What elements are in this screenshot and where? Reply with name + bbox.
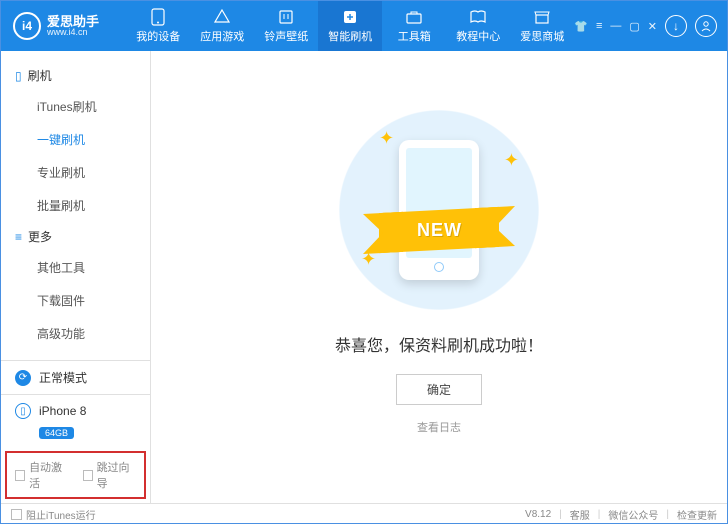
user-icon[interactable] [695, 15, 717, 37]
download-icon[interactable]: ↓ [665, 15, 687, 37]
success-message: 恭喜您，保资料刷机成功啦！ [335, 332, 543, 356]
mode-label: 正常模式 [39, 369, 87, 386]
sidebar-item-onekey-flash[interactable]: 一键刷机 [1, 123, 150, 156]
success-illustration: ✦ ✦ ✦ NEW [339, 110, 539, 310]
ribbon-text: NEW [417, 219, 462, 240]
apps-icon [213, 8, 231, 26]
checkbox-icon [11, 509, 22, 520]
nav-label: 教程中心 [456, 28, 500, 44]
nav-store[interactable]: 爱思商城 [510, 1, 574, 51]
top-nav: 我的设备 应用游戏 铃声壁纸 智能刷机 工具箱 [126, 1, 574, 51]
phone-icon [149, 8, 167, 26]
menu-icon[interactable]: ≡ [596, 20, 602, 32]
new-ribbon: NEW [379, 206, 499, 252]
wechat-link[interactable]: 微信公众号 [608, 507, 658, 522]
sidebar-group-flash[interactable]: ▯ 刷机 [1, 61, 150, 90]
minimize-icon[interactable]: — [610, 20, 621, 32]
support-link[interactable]: 客服 [570, 507, 590, 522]
flash-options-highlight: 自动激活 跳过向导 [5, 451, 146, 499]
block-itunes-checkbox[interactable]: 阻止iTunes运行 [11, 507, 96, 522]
logo-area: i4 爱思助手 www.i4.cn [1, 12, 126, 40]
device-icon: ▯ [15, 403, 31, 419]
sidebar-item-advanced[interactable]: 高级功能 [1, 317, 150, 350]
skin-icon[interactable]: 👕 [574, 20, 588, 33]
sidebar-item-batch-flash[interactable]: 批量刷机 [1, 189, 150, 222]
storage-badge: 64GB [39, 427, 74, 439]
app-header: i4 爱思助手 www.i4.cn 我的设备 应用游戏 铃声壁纸 [1, 1, 727, 51]
nav-flash[interactable]: 智能刷机 [318, 1, 382, 51]
close-icon[interactable]: ✕ [648, 20, 657, 33]
list-icon: ≡ [15, 230, 22, 244]
nav-label: 我的设备 [136, 28, 180, 44]
group-title: 刷机 [28, 67, 52, 84]
main-content: ✦ ✦ ✦ NEW 恭喜您，保资料刷机成功啦！ 确定 查看日志 [151, 51, 727, 503]
device-name: iPhone 8 [39, 404, 86, 418]
nav-ringtones[interactable]: 铃声壁纸 [254, 1, 318, 51]
sidebar-item-download-fw[interactable]: 下载固件 [1, 284, 150, 317]
music-icon [277, 8, 295, 26]
skip-wizard-checkbox[interactable]: 跳过向导 [83, 459, 137, 491]
window-controls: 👕 ≡ — ▢ ✕ ↓ [574, 15, 727, 37]
book-icon [469, 8, 487, 26]
sidebar-group-more[interactable]: ≡ 更多 [1, 222, 150, 251]
nav-label: 爱思商城 [520, 28, 564, 44]
sparkle-icon: ✦ [504, 150, 519, 171]
group-title: 更多 [28, 228, 52, 245]
logo-icon: i4 [13, 12, 41, 40]
auto-activate-checkbox[interactable]: 自动激活 [15, 459, 69, 491]
nav-my-device[interactable]: 我的设备 [126, 1, 190, 51]
store-icon [533, 8, 551, 26]
logo-url: www.i4.cn [47, 28, 99, 37]
checkbox-label: 自动激活 [29, 459, 68, 491]
mode-row[interactable]: ⟳ 正常模式 [1, 361, 150, 394]
refresh-icon: ⟳ [15, 370, 31, 386]
sidebar-item-pro-flash[interactable]: 专业刷机 [1, 156, 150, 189]
ok-button[interactable]: 确定 [396, 374, 482, 405]
nav-tutorials[interactable]: 教程中心 [446, 1, 510, 51]
version-label: V8.12 [525, 509, 551, 520]
sidebar-item-itunes-flash[interactable]: iTunes刷机 [1, 90, 150, 123]
flash-icon [341, 8, 359, 26]
toolbox-icon [405, 8, 423, 26]
nav-label: 智能刷机 [328, 28, 372, 44]
checkbox-icon [15, 470, 25, 481]
nav-label: 应用游戏 [200, 28, 244, 44]
sidebar: ▯ 刷机 iTunes刷机 一键刷机 专业刷机 批量刷机 ≡ 更多 其他工具 下… [1, 51, 151, 503]
device-row[interactable]: ▯ iPhone 8 64GB [1, 394, 150, 447]
nav-label: 工具箱 [398, 28, 431, 44]
checkbox-icon [83, 470, 93, 481]
view-log-link[interactable]: 查看日志 [417, 419, 461, 435]
sparkle-icon: ✦ [379, 128, 394, 149]
nav-label: 铃声壁纸 [264, 28, 308, 44]
sidebar-item-other-tools[interactable]: 其他工具 [1, 251, 150, 284]
nav-apps[interactable]: 应用游戏 [190, 1, 254, 51]
update-link[interactable]: 检查更新 [677, 507, 717, 522]
checkbox-label: 跳过向导 [97, 459, 136, 491]
nav-toolbox[interactable]: 工具箱 [382, 1, 446, 51]
maximize-icon[interactable]: ▢ [629, 20, 639, 33]
status-bar: 阻止iTunes运行 V8.12 | 客服 | 微信公众号 | 检查更新 [1, 503, 727, 525]
checkbox-label: 阻止iTunes运行 [26, 507, 96, 522]
phone-small-icon: ▯ [15, 69, 22, 83]
